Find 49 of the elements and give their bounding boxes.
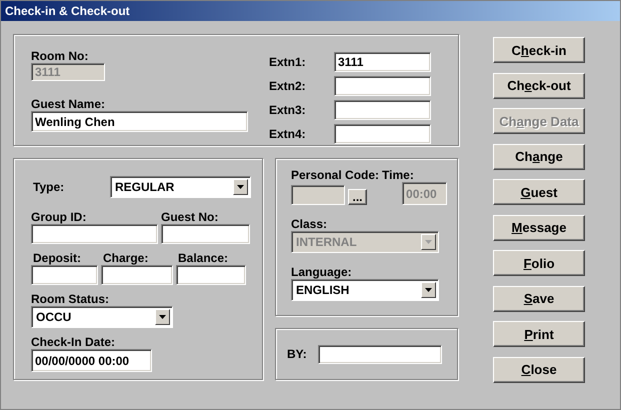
action-button[interactable]: Check-out	[493, 72, 585, 98]
input-field[interactable]	[101, 265, 173, 285]
action-button[interactable]: Print	[493, 321, 585, 347]
action-button[interactable]: Guest	[493, 179, 585, 205]
input-field[interactable]	[31, 265, 98, 285]
action-button[interactable]: Check-in	[493, 37, 585, 63]
field-label: Room No:	[31, 49, 90, 63]
action-button[interactable]: Message	[493, 214, 585, 240]
field-label: Charge:	[102, 251, 150, 265]
field-label: Personal Code:	[291, 168, 380, 182]
input-field[interactable]	[334, 76, 431, 96]
window-title: Check-in & Check-out	[5, 4, 130, 18]
dropdown[interactable]: OCCU	[31, 306, 173, 328]
dropdown-arrow-icon	[237, 185, 244, 189]
field-label: Extn2:	[269, 78, 307, 92]
field-label: Type:	[33, 180, 64, 194]
input-field[interactable]	[161, 224, 250, 244]
action-button[interactable]: Folio	[493, 250, 585, 276]
field-label: Check-In Date:	[31, 335, 116, 349]
field-label: Extn1:	[269, 54, 307, 68]
input-field[interactable]	[334, 124, 431, 144]
input-field[interactable]	[31, 224, 158, 244]
field-label: Deposit:	[32, 251, 82, 265]
field-label: Guest Name:	[31, 97, 106, 111]
field-label: Extn4:	[269, 126, 307, 140]
field-label: Balance:	[177, 251, 230, 265]
dropdown[interactable]: REGULAR	[110, 176, 251, 198]
field-label: Room Status:	[31, 292, 110, 306]
field-label: Extn3:	[269, 102, 307, 116]
action-button[interactable]: Save	[493, 286, 585, 312]
field-label: BY:	[287, 347, 307, 361]
input-field[interactable]	[318, 344, 442, 364]
field-label: Language:	[291, 265, 353, 279]
action-button[interactable]: Change	[493, 144, 585, 170]
action-button[interactable]: Close	[493, 356, 585, 382]
input-field[interactable]	[176, 265, 246, 285]
input-field[interactable]: 3111	[334, 52, 431, 72]
dropdown-arrow-icon	[425, 288, 432, 292]
browse-button[interactable]: ...	[348, 189, 367, 205]
field-label: Group ID:	[31, 210, 88, 224]
field-label: Guest No:	[161, 210, 220, 224]
field-label: Class:	[291, 217, 328, 231]
dropdown[interactable]: ENGLISH	[291, 279, 439, 301]
input-field[interactable]	[334, 100, 431, 120]
input-field[interactable]: Wenling Chen	[31, 111, 248, 132]
dropdown-arrow-icon	[425, 240, 432, 244]
dropdown-arrow-icon	[159, 315, 166, 319]
field-label: Time:	[382, 168, 415, 182]
input-field[interactable]: 00/00/0000 00:00	[31, 349, 152, 372]
